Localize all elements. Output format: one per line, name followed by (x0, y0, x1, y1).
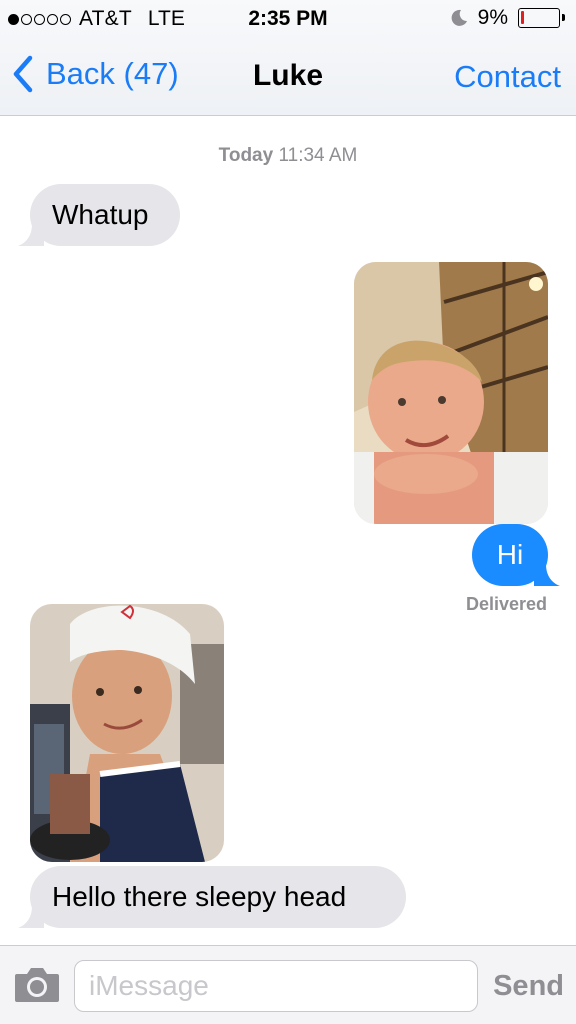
message-input[interactable] (74, 960, 478, 1012)
outgoing-photo-message[interactable] (354, 262, 548, 524)
contact-button[interactable]: Contact (454, 59, 561, 95)
selfie-photo (30, 604, 224, 862)
bubble-tail (534, 564, 560, 586)
navigation-bar: Back (47) Luke Contact (0, 40, 576, 116)
battery-nub (562, 14, 565, 21)
message-text: Whatup (52, 199, 149, 230)
selfie-photo (354, 262, 548, 524)
outgoing-message-bubble[interactable]: Hi (472, 524, 560, 586)
conversation-timestamp: Today 11:34 AM (0, 145, 576, 167)
status-bar: AT&T LTE 2:35 PM 9% (0, 0, 576, 38)
send-button[interactable]: Send (493, 970, 564, 1003)
back-chevron-icon (13, 55, 33, 93)
bubble-tail (18, 224, 44, 246)
message-text: Hello there sleepy head (52, 881, 347, 912)
message-input-bar: Send (0, 945, 576, 1024)
status-right: 9% (450, 6, 566, 30)
bubble-tail (18, 906, 44, 928)
timestamp-day: Today (218, 145, 274, 166)
battery-level (521, 11, 524, 24)
incoming-photo-message[interactable] (30, 604, 224, 862)
camera-icon[interactable] (13, 964, 61, 1004)
delivery-status: Delivered (465, 594, 547, 614)
back-button[interactable]: Back (47) (12, 55, 179, 93)
incoming-message-bubble[interactable]: Hello there sleepy head (18, 866, 406, 928)
battery-icon (518, 8, 565, 28)
battery-percent: 9% (477, 6, 508, 29)
incoming-message-bubble[interactable]: Whatup (18, 184, 180, 246)
header: AT&T LTE 2:35 PM 9% Back (47) Luke Conta… (0, 0, 576, 116)
timestamp-time: 11:34 AM (278, 145, 358, 166)
moon-icon (451, 9, 467, 26)
back-button-label: Back (47) (46, 56, 179, 91)
